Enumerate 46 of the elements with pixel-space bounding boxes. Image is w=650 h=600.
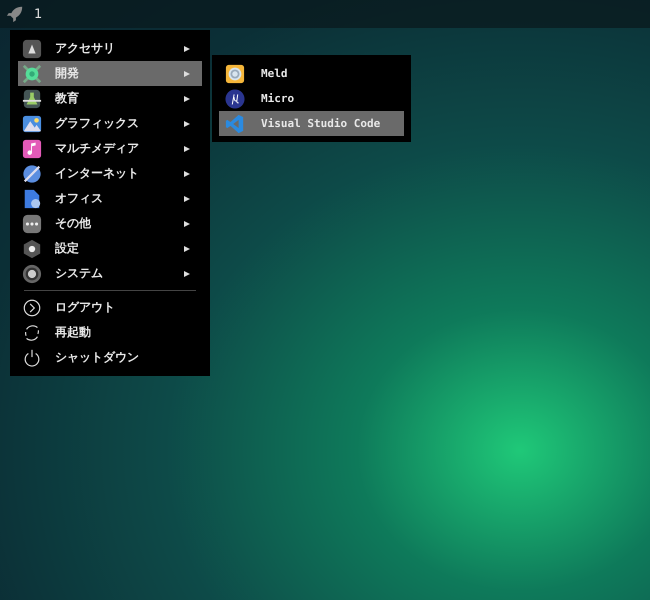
menu-item-label: アクセサリ	[55, 40, 116, 57]
menu-item[interactable]: 教育	[18, 86, 202, 111]
code-editor-icon	[225, 114, 245, 134]
menu-item-label: オフィス	[55, 190, 104, 207]
menu-item[interactable]: その他	[18, 211, 202, 236]
menu-item-label: Micro	[261, 92, 294, 105]
gear-icon	[22, 238, 42, 258]
menu-item-label: Meld	[261, 67, 288, 80]
menu-item-label: 教育	[55, 90, 80, 107]
menu-item[interactable]: アクセサリ	[18, 36, 202, 61]
globe-icon	[22, 164, 42, 184]
menu-item[interactable]: 開発	[18, 61, 202, 86]
menu-item[interactable]: シャットダウン	[18, 345, 202, 370]
dots-icon	[22, 214, 42, 234]
power-icon	[22, 348, 42, 368]
rocket-icon[interactable]	[6, 5, 24, 23]
menu-item-label: 設定	[55, 240, 80, 257]
restart-icon	[22, 322, 42, 342]
menu-item[interactable]: 設定	[18, 236, 202, 261]
mu-icon	[225, 88, 245, 108]
image-icon	[22, 114, 42, 134]
menu-item-label: 開発	[55, 65, 80, 82]
menu-item-label: Visual Studio Code	[261, 117, 380, 130]
menu-item[interactable]: Micro	[219, 86, 404, 111]
menu-item[interactable]: グラフィックス	[18, 111, 202, 136]
music-note-icon	[22, 138, 42, 158]
menu-item[interactable]: Visual Studio Code	[219, 111, 404, 136]
document-icon	[22, 188, 42, 208]
menu-item-label: その他	[55, 215, 92, 232]
menu-item[interactable]: オフィス	[18, 186, 202, 211]
workspace-number[interactable]: 1	[34, 6, 42, 22]
menu-item-label: 再起動	[55, 324, 92, 341]
menu-item-label: インターネット	[55, 165, 140, 182]
logout-icon	[22, 298, 42, 318]
menu-item[interactable]: インターネット	[18, 161, 202, 186]
menu-item[interactable]: Meld	[219, 61, 404, 86]
menu-item[interactable]: マルチメディア	[18, 136, 202, 161]
menu-item-label: ログアウト	[55, 299, 116, 316]
menu-item-label: システム	[55, 265, 104, 282]
menu-item-label: シャットダウン	[55, 349, 140, 366]
menu-item-label: グラフィックス	[55, 115, 140, 132]
flask-icon	[22, 88, 42, 108]
menu-item[interactable]: ログアウト	[18, 295, 202, 320]
menu-item[interactable]: 再起動	[18, 320, 202, 345]
menu-item-label: マルチメディア	[55, 140, 140, 157]
menu-item[interactable]: システム	[18, 261, 202, 286]
